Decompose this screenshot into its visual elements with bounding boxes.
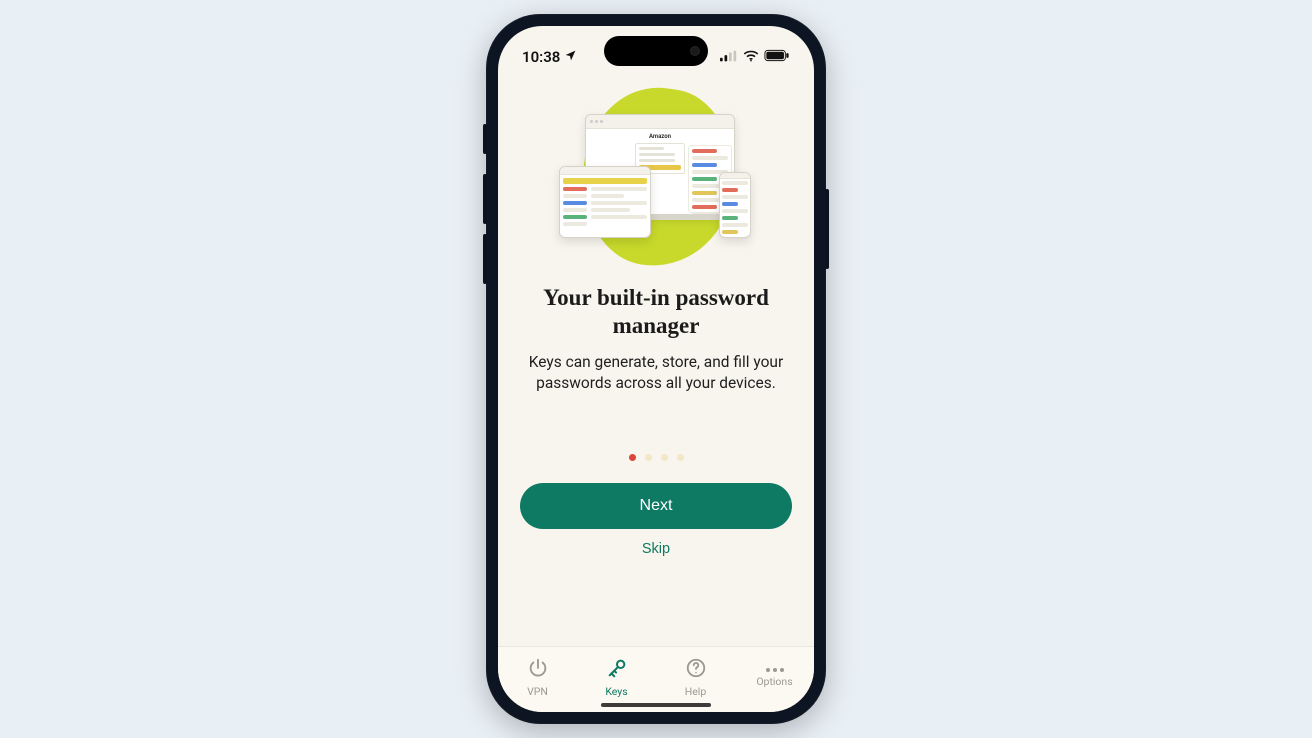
battery-icon: [764, 48, 790, 66]
key-icon: [606, 657, 628, 682]
tab-label: Help: [685, 685, 707, 698]
side-button: [483, 124, 487, 154]
next-button[interactable]: Next: [520, 483, 792, 529]
wifi-icon: [743, 48, 759, 66]
phone-frame: 10:38: [486, 14, 826, 724]
onboarding-illustration: Amazon: [541, 84, 771, 274]
phone-screen: 10:38: [498, 26, 814, 712]
tab-label: Keys: [605, 685, 627, 698]
page-dot-4[interactable]: [677, 454, 684, 461]
tab-label: VPN: [527, 685, 548, 698]
location-icon: [564, 48, 577, 66]
power-button: [825, 189, 829, 269]
page-dot-3[interactable]: [661, 454, 668, 461]
onboarding-subtitle: Keys can generate, store, and fill your …: [526, 352, 786, 394]
home-indicator[interactable]: [601, 703, 711, 707]
tab-label: Options: [756, 675, 792, 688]
page-dot-1[interactable]: [629, 454, 636, 461]
skip-button[interactable]: Skip: [642, 541, 670, 557]
help-icon: [685, 657, 707, 682]
volume-down-button: [483, 234, 487, 284]
illustration-tablet: [559, 166, 651, 238]
cellular-icon: [720, 48, 738, 66]
tab-options[interactable]: Options: [735, 647, 814, 712]
more-icon: [766, 668, 784, 672]
page-indicator: [629, 454, 684, 461]
tab-vpn[interactable]: VPN: [498, 647, 577, 712]
illustration-page-label: Amazon: [592, 133, 728, 140]
status-bar: 10:38: [498, 26, 814, 74]
onboarding-title: Your built-in password manager: [520, 284, 792, 340]
page-dot-2[interactable]: [645, 454, 652, 461]
status-time: 10:38: [522, 48, 560, 66]
volume-up-button: [483, 174, 487, 224]
illustration-phone: [719, 172, 751, 238]
onboarding-content: Amazon: [498, 74, 814, 646]
power-icon: [527, 657, 549, 682]
